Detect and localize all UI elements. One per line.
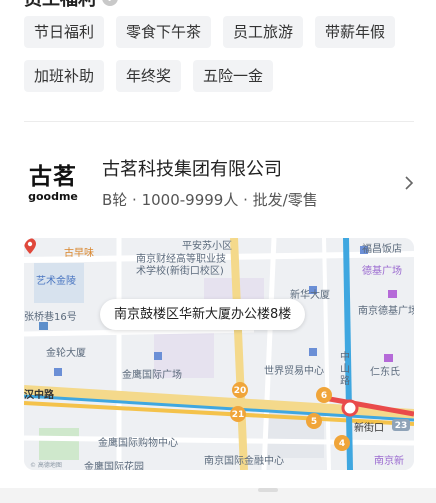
map-label: 张桥巷16号 [24, 312, 77, 323]
help-icon[interactable]: ? [102, 0, 118, 6]
company-name: 古茗科技集团有限公司 [102, 158, 282, 180]
map-label: 南京财经高等职业技术学校(新街口校区) [136, 254, 226, 277]
welfare-tag: 加班补助 [24, 60, 105, 92]
svg-text:4: 4 [339, 439, 345, 449]
location-pin-icon [24, 238, 36, 254]
bottom-bar [0, 488, 436, 503]
company-logo-cn: 古茗 [29, 162, 77, 190]
map-label: 新街口 [354, 423, 384, 434]
section-divider [24, 121, 414, 122]
chevron-right-icon[interactable] [402, 176, 416, 190]
welfare-tag: 五险一金 [193, 60, 274, 92]
map-label: 金鹰国际购物中心 [98, 438, 178, 449]
map-label: 南京德基广场 [358, 306, 414, 317]
welfare-section-header: 员工福利 ? [24, 0, 118, 11]
map-label: 世界贸易中心 [264, 366, 324, 377]
svg-text:20: 20 [234, 386, 247, 396]
map-label: 南京新 [374, 456, 404, 467]
map-label: 艺术金陵 [36, 276, 76, 287]
svg-text:21: 21 [232, 410, 245, 420]
svg-text:23: 23 [395, 421, 408, 431]
map-label: 仁东氏 [370, 367, 400, 378]
company-info: 古茗科技集团有限公司 B轮 · 1000-9999人 · 批发/零售 [102, 157, 402, 210]
map-label: 德基广场 [362, 266, 402, 277]
welfare-tag: 带薪年假 [315, 16, 396, 48]
welfare-tag: 节日福利 [24, 16, 105, 48]
company-card[interactable]: 古茗 goodme 古茗科技集团有限公司 B轮 · 1000-9999人 · 批… [24, 148, 416, 218]
map-label: 平安苏小区 [182, 241, 232, 252]
bottom-handle [258, 488, 278, 492]
svg-text:© 高德地图: © 高德地图 [30, 461, 62, 469]
company-location-map[interactable]: 20 21 5 4 6 23 © 高德地图 南京财经高等职业技术学校(新街口校区… [24, 238, 414, 470]
map-label: 汉中路 [24, 390, 54, 401]
svg-text:5: 5 [311, 417, 317, 427]
welfare-tag: 员工旅游 [223, 16, 304, 48]
company-logo: 古茗 goodme [24, 154, 82, 212]
address-bubble: 南京鼓楼区华新大厦办公楼8楼 [100, 299, 306, 330]
welfare-tag: 年终奖 [116, 60, 182, 92]
welfare-title: 员工福利 [24, 0, 96, 11]
map-label: 古早味 [64, 248, 94, 259]
map-label: 中山路 [340, 352, 350, 387]
svg-text:6: 6 [321, 391, 327, 401]
map-label: 福昌饭店 [362, 244, 402, 255]
map-label: 金鹰国际广场 [122, 370, 182, 381]
map-label: 新华大厦 [290, 290, 330, 301]
map-label: 南京国际金融中心 [204, 456, 284, 467]
company-meta: B轮 · 1000-9999人 · 批发/零售 [102, 190, 318, 209]
map-label: 金轮大厦 [46, 348, 86, 359]
welfare-tag-list: 节日福利 零食下午茶 员工旅游 带薪年假 加班补助 年终奖 五险一金 [24, 16, 414, 92]
company-logo-en: goodme [28, 189, 78, 203]
map-label: 金鹰国际花园 [84, 462, 144, 470]
welfare-tag: 零食下午茶 [116, 16, 212, 48]
